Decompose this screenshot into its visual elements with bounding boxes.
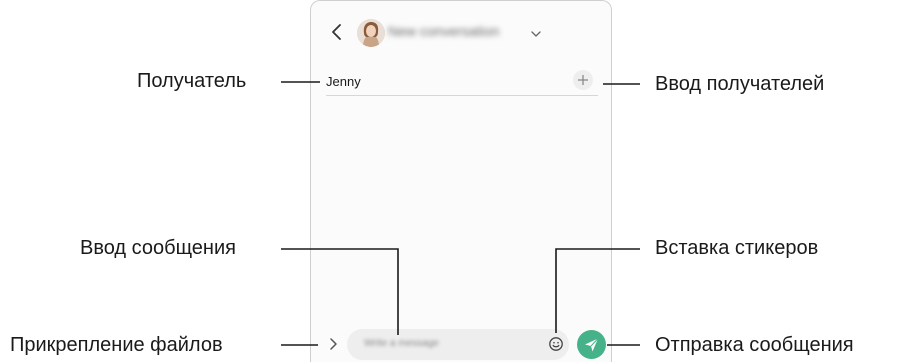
smiley-icon bbox=[549, 337, 563, 351]
recipient-field[interactable]: Jenny bbox=[326, 74, 361, 89]
callout-insert-stickers: Вставка стикеров bbox=[655, 237, 819, 259]
send-button[interactable] bbox=[577, 330, 606, 359]
phone-screen bbox=[310, 0, 612, 362]
back-button[interactable] bbox=[330, 22, 344, 42]
callout-add-recipients: Ввод получателей bbox=[655, 73, 825, 95]
paper-plane-icon bbox=[585, 338, 599, 352]
callout-recipient: Получатель bbox=[137, 70, 247, 92]
chevron-left-icon bbox=[332, 24, 341, 40]
callout-attach-files: Прикрепление файлов bbox=[10, 334, 223, 356]
sticker-button[interactable] bbox=[548, 336, 564, 352]
plus-icon bbox=[578, 75, 588, 85]
attach-button[interactable] bbox=[327, 336, 339, 352]
add-recipient-button[interactable] bbox=[573, 70, 593, 90]
chevron-down-icon[interactable] bbox=[530, 30, 542, 38]
contact-photo bbox=[357, 19, 385, 47]
callout-send-message: Отправка сообщения bbox=[655, 334, 854, 356]
contact-avatar[interactable] bbox=[357, 19, 385, 47]
message-placeholder: Write a message bbox=[364, 338, 439, 349]
chevron-right-icon bbox=[330, 338, 337, 350]
callout-message-input: Ввод сообщения bbox=[80, 237, 236, 259]
recipient-divider bbox=[326, 95, 598, 96]
conversation-title[interactable]: New conversation bbox=[388, 23, 528, 43]
